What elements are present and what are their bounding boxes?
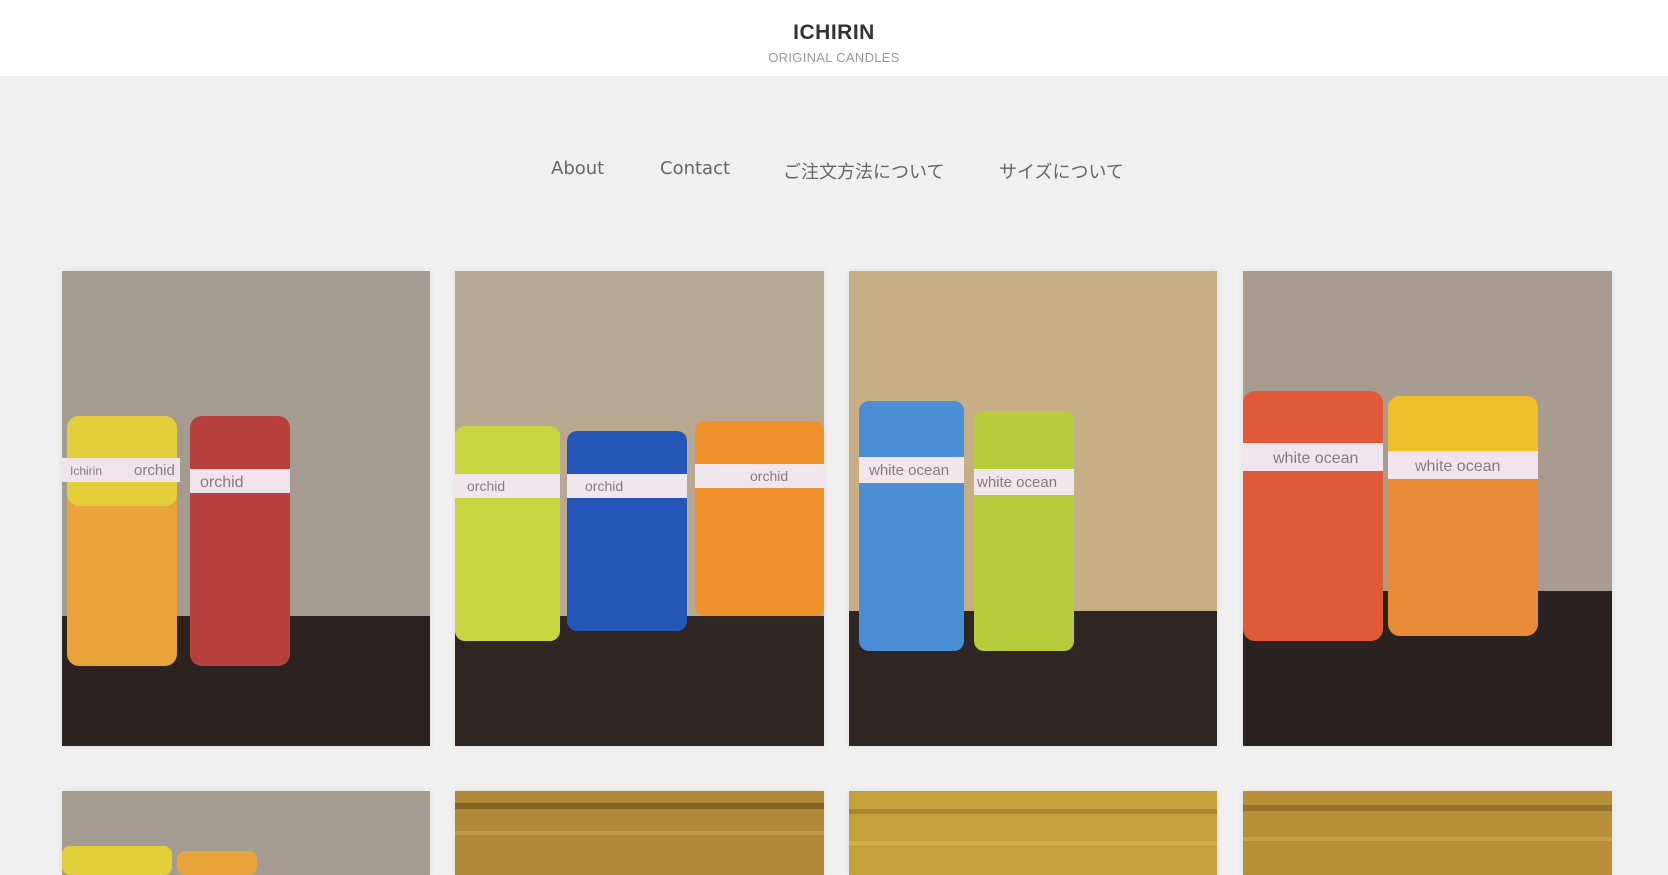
- candle-label: orchid: [750, 468, 788, 484]
- candle-label: Ichirin: [70, 464, 102, 478]
- candle-label: white ocean: [1272, 450, 1358, 467]
- wood-photo: [1243, 791, 1612, 875]
- gallery-item[interactable]: white ocean white ocean: [849, 271, 1217, 746]
- gallery-item[interactable]: orchid orchid orchid: [455, 271, 824, 746]
- gallery-item[interactable]: [455, 791, 824, 875]
- gallery-item[interactable]: [1243, 791, 1612, 875]
- gallery-item[interactable]: Ichirin orchid orchid: [62, 271, 430, 746]
- candle-label: orchid: [467, 478, 505, 494]
- wood-photo: [455, 791, 824, 875]
- candle-label: orchid: [134, 462, 175, 479]
- candle-photo: white ocean white ocean: [1243, 271, 1612, 746]
- candle-photo: [62, 791, 430, 875]
- gallery-item[interactable]: white ocean white ocean: [1243, 271, 1612, 746]
- gallery-item[interactable]: [62, 791, 430, 875]
- product-gallery: Ichirin orchid orchid orchid orchid orch…: [0, 0, 1668, 875]
- candle-photo: Ichirin orchid orchid: [62, 271, 430, 746]
- candle-photo: white ocean white ocean: [849, 271, 1217, 746]
- candle-label: white ocean: [1414, 458, 1500, 475]
- gallery-item[interactable]: [849, 791, 1217, 875]
- candle-label: white ocean: [868, 462, 949, 479]
- candle-label: white ocean: [976, 474, 1057, 491]
- candle-label: orchid: [200, 474, 244, 491]
- candle-label: orchid: [585, 478, 623, 494]
- wood-photo: [849, 791, 1217, 875]
- candle-photo: orchid orchid orchid: [455, 271, 824, 746]
